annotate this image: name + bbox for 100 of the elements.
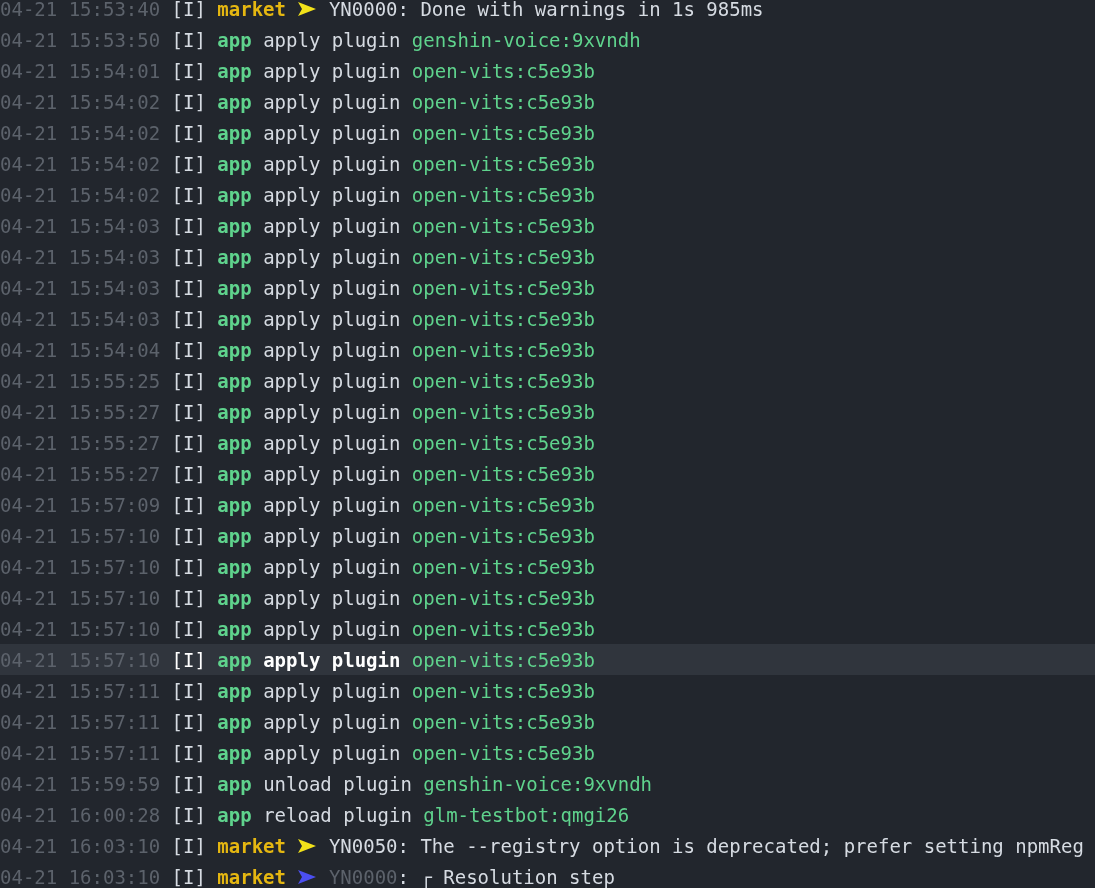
timestamp: 04-21 15:59:59 <box>0 772 161 795</box>
log-action: apply plugin <box>263 400 401 423</box>
plugin-id: open-vits:c5e93b <box>411 400 595 423</box>
plugin-id: open-vits:c5e93b <box>411 121 595 144</box>
message-code: YN0000 <box>328 0 398 20</box>
log-action: apply plugin <box>263 121 401 144</box>
plugin-id: open-vits:c5e93b <box>411 710 595 733</box>
log-level: [I] <box>171 245 206 268</box>
plugin-id: open-vits:c5e93b <box>411 679 595 702</box>
log-action: apply plugin <box>263 152 401 175</box>
log-level: [I] <box>171 617 206 640</box>
timestamp: 04-21 16:00:28 <box>0 803 161 826</box>
plugin-id: open-vits:c5e93b <box>411 338 595 361</box>
plugin-id: open-vits:c5e93b <box>411 90 595 113</box>
log-action: apply plugin <box>263 307 401 330</box>
module-name: app <box>217 493 252 516</box>
timestamp: 04-21 15:54:03 <box>0 245 161 268</box>
timestamp: 04-21 15:53:50 <box>0 28 161 51</box>
plugin-id: open-vits:c5e93b <box>411 214 595 237</box>
timestamp: 04-21 15:54:01 <box>0 59 161 82</box>
module-name: app <box>217 152 252 175</box>
log-level: [I] <box>171 276 206 299</box>
log-level: [I] <box>171 865 206 888</box>
timestamp: 04-21 15:53:40 <box>0 0 161 20</box>
timestamp: 04-21 15:57:11 <box>0 679 161 702</box>
module-name: app <box>217 524 252 547</box>
log-level: [I] <box>171 648 206 671</box>
timestamp: 04-21 15:54:03 <box>0 276 161 299</box>
log-level: [I] <box>171 183 206 206</box>
module-name: app <box>217 586 252 609</box>
module-name: app <box>217 400 252 423</box>
module-name: app <box>217 431 252 454</box>
log-level: [I] <box>171 369 206 392</box>
log-level: [I] <box>171 431 206 454</box>
log-action: apply plugin <box>263 462 401 485</box>
plugin-id: open-vits:c5e93b <box>411 307 595 330</box>
log-action: apply plugin <box>263 276 401 299</box>
module-name: app <box>217 276 252 299</box>
log-action: apply plugin <box>263 524 401 547</box>
module-name: app <box>217 338 252 361</box>
log-action: apply plugin <box>263 431 401 454</box>
plugin-id: open-vits:c5e93b <box>411 493 595 516</box>
log-action: apply plugin <box>263 28 401 51</box>
timestamp: 04-21 15:54:02 <box>0 183 161 206</box>
log-action: apply plugin <box>263 741 401 764</box>
log-level: [I] <box>171 90 206 113</box>
log-level: [I] <box>171 493 206 516</box>
log-action: apply plugin <box>263 90 401 113</box>
module-name: app <box>217 90 252 113</box>
log-level: [I] <box>171 772 206 795</box>
plugin-id: open-vits:c5e93b <box>411 586 595 609</box>
module-name: app <box>217 803 252 826</box>
log-level: [I] <box>171 152 206 175</box>
timestamp: 04-21 15:55:25 <box>0 369 161 392</box>
log-action: apply plugin <box>263 183 401 206</box>
log-action: apply plugin <box>263 617 401 640</box>
timestamp: 04-21 15:57:11 <box>0 741 161 764</box>
timestamp: 04-21 15:55:27 <box>0 431 161 454</box>
log-action: reload plugin <box>263 803 412 826</box>
timestamp: 04-21 15:54:04 <box>0 338 161 361</box>
module-name: app <box>217 307 252 330</box>
module-name: app <box>217 462 252 485</box>
log-level: [I] <box>171 214 206 237</box>
timestamp: 04-21 16:03:10 <box>0 865 161 888</box>
plugin-id: open-vits:c5e93b <box>411 245 595 268</box>
plugin-id: open-vits:c5e93b <box>411 59 595 82</box>
plugin-id: genshin-voice:9xvndh <box>423 772 653 795</box>
log-level: [I] <box>171 834 206 857</box>
module-name: market <box>217 0 286 20</box>
timestamp: 04-21 15:57:10 <box>0 586 161 609</box>
module-name: app <box>217 214 252 237</box>
module-name: app <box>217 245 252 268</box>
log-level: [I] <box>171 307 206 330</box>
log-action: apply plugin <box>263 555 401 578</box>
log-level: [I] <box>171 741 206 764</box>
timestamp: 04-21 15:54:03 <box>0 214 161 237</box>
log-action: apply plugin <box>263 369 401 392</box>
log-level: [I] <box>171 679 206 702</box>
log-level: [I] <box>171 462 206 485</box>
timestamp: 04-21 15:57:10 <box>0 617 161 640</box>
timestamp: 04-21 15:55:27 <box>0 400 161 423</box>
log-level: [I] <box>171 121 206 144</box>
plugin-id: open-vits:c5e93b <box>411 524 595 547</box>
module-name: app <box>217 772 252 795</box>
plugin-id: open-vits:c5e93b <box>411 183 595 206</box>
log-level: [I] <box>171 28 206 51</box>
timestamp: 04-21 15:54:02 <box>0 90 161 113</box>
plugin-id: genshin-voice:9xvndh <box>411 28 641 51</box>
log-action: apply plugin <box>263 586 401 609</box>
log-action: unload plugin <box>263 772 412 795</box>
log-level: [I] <box>171 338 206 361</box>
plugin-id: open-vits:c5e93b <box>411 369 595 392</box>
log-level: [I] <box>171 803 206 826</box>
message-code: YN0050 <box>328 834 398 857</box>
log-level: [I] <box>171 0 206 20</box>
plugin-id: open-vits:c5e93b <box>411 555 595 578</box>
log-action: apply plugin <box>263 648 401 671</box>
log-action: apply plugin <box>263 679 401 702</box>
plugin-id: open-vits:c5e93b <box>411 152 595 175</box>
module-name: app <box>217 741 252 764</box>
